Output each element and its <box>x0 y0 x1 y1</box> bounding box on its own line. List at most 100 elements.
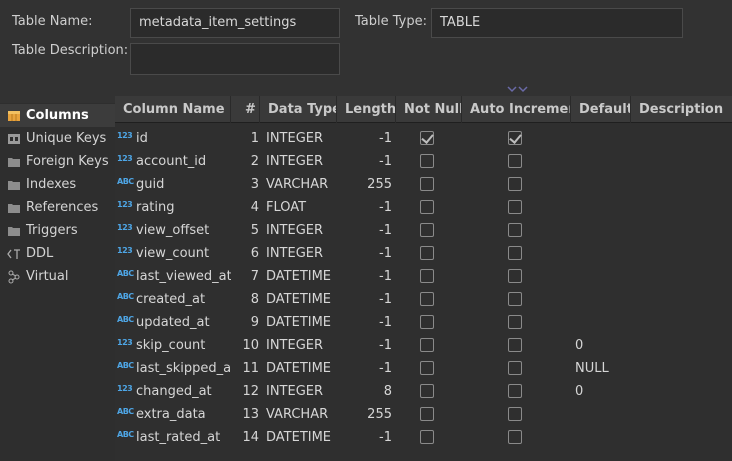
table-row[interactable]: 123 view_count 6 INTEGER -1 <box>115 242 732 265</box>
auto-increment-checkbox[interactable] <box>508 430 522 444</box>
header-not-null[interactable]: Not Null <box>396 96 462 123</box>
header-column-name[interactable]: Column Name <box>115 96 231 123</box>
auto-increment-checkbox[interactable] <box>508 131 522 145</box>
sidebar-item-virtual[interactable]: Virtual <box>0 265 115 288</box>
data-type-cell[interactable]: INTEGER <box>266 242 337 265</box>
description-cell[interactable] <box>635 403 732 426</box>
default-cell[interactable] <box>575 426 631 449</box>
auto-increment-checkbox[interactable] <box>508 246 522 260</box>
length-cell[interactable]: -1 <box>337 357 392 380</box>
header-default[interactable]: Default <box>571 96 631 123</box>
auto-increment-checkbox[interactable] <box>508 177 522 191</box>
description-cell[interactable] <box>635 311 732 334</box>
description-cell[interactable] <box>635 242 732 265</box>
table-row[interactable]: 123 rating 4 FLOAT -1 <box>115 196 732 219</box>
description-cell[interactable] <box>635 288 732 311</box>
column-name-cell[interactable]: view_offset <box>136 219 231 242</box>
length-cell[interactable]: -1 <box>337 311 392 334</box>
length-cell[interactable]: -1 <box>337 196 392 219</box>
length-cell[interactable]: -1 <box>337 334 392 357</box>
data-type-cell[interactable]: INTEGER <box>266 219 337 242</box>
auto-increment-checkbox[interactable] <box>508 269 522 283</box>
sidebar-item-foreign-keys[interactable]: Foreign Keys <box>0 150 115 173</box>
not-null-checkbox[interactable] <box>420 200 434 214</box>
auto-increment-checkbox[interactable] <box>508 407 522 421</box>
table-row[interactable]: ABC last_viewed_at 7 DATETIME -1 <box>115 265 732 288</box>
auto-increment-checkbox[interactable] <box>508 384 522 398</box>
data-type-cell[interactable]: INTEGER <box>266 127 337 150</box>
not-null-checkbox[interactable] <box>420 223 434 237</box>
description-cell[interactable] <box>635 127 732 150</box>
table-row[interactable]: ABC extra_data 13 VARCHAR 255 <box>115 403 732 426</box>
column-name-cell[interactable]: last_rated_at <box>136 426 231 449</box>
default-cell[interactable] <box>575 219 631 242</box>
column-name-cell[interactable]: last_skipped_at <box>136 357 231 380</box>
table-row[interactable]: ABC last_rated_at 14 DATETIME -1 <box>115 426 732 449</box>
table-name-input[interactable]: metadata_item_settings <box>130 8 340 38</box>
length-cell[interactable]: -1 <box>337 150 392 173</box>
description-cell[interactable] <box>635 219 732 242</box>
column-name-cell[interactable]: extra_data <box>136 403 231 426</box>
data-type-cell[interactable]: DATETIME <box>266 265 337 288</box>
column-name-cell[interactable]: guid <box>136 173 231 196</box>
length-cell[interactable]: -1 <box>337 265 392 288</box>
default-cell[interactable]: 0 <box>575 334 631 357</box>
splitter-handle-icon[interactable] <box>507 86 531 94</box>
column-name-cell[interactable]: last_viewed_at <box>136 265 231 288</box>
default-cell[interactable] <box>575 403 631 426</box>
default-cell[interactable]: 0 <box>575 380 631 403</box>
default-cell[interactable] <box>575 173 631 196</box>
default-cell[interactable] <box>575 127 631 150</box>
table-row[interactable]: ABC guid 3 VARCHAR 255 <box>115 173 732 196</box>
default-cell[interactable]: NULL <box>575 357 631 380</box>
default-cell[interactable] <box>575 196 631 219</box>
column-name-cell[interactable]: account_id <box>136 150 231 173</box>
description-cell[interactable] <box>635 265 732 288</box>
description-cell[interactable] <box>635 173 732 196</box>
header-description[interactable]: Description <box>631 96 732 123</box>
sidebar-item-triggers[interactable]: Triggers <box>0 219 115 242</box>
not-null-checkbox[interactable] <box>420 246 434 260</box>
not-null-checkbox[interactable] <box>420 338 434 352</box>
data-type-cell[interactable]: DATETIME <box>266 357 337 380</box>
auto-increment-checkbox[interactable] <box>508 154 522 168</box>
description-cell[interactable] <box>635 380 732 403</box>
data-type-cell[interactable]: VARCHAR <box>266 403 337 426</box>
table-row[interactable]: 123 account_id 2 INTEGER -1 <box>115 150 732 173</box>
default-cell[interactable] <box>575 242 631 265</box>
data-type-cell[interactable]: DATETIME <box>266 311 337 334</box>
not-null-checkbox[interactable] <box>420 315 434 329</box>
not-null-checkbox[interactable] <box>420 177 434 191</box>
length-cell[interactable]: -1 <box>337 288 392 311</box>
column-name-cell[interactable]: created_at <box>136 288 231 311</box>
table-row[interactable]: 123 changed_at 12 INTEGER 8 0 <box>115 380 732 403</box>
data-type-cell[interactable]: DATETIME <box>266 426 337 449</box>
table-row[interactable]: 123 view_offset 5 INTEGER -1 <box>115 219 732 242</box>
description-cell[interactable] <box>635 196 732 219</box>
column-name-cell[interactable]: id <box>136 127 231 150</box>
table-description-input[interactable] <box>130 43 340 75</box>
column-name-cell[interactable]: updated_at <box>136 311 231 334</box>
data-type-cell[interactable]: DATETIME <box>266 288 337 311</box>
table-row[interactable]: ABC last_skipped_at 11 DATETIME -1 NULL <box>115 357 732 380</box>
column-name-cell[interactable]: skip_count <box>136 334 231 357</box>
description-cell[interactable] <box>635 426 732 449</box>
header-ordinal[interactable]: # <box>231 96 260 123</box>
table-row[interactable]: ABC created_at 8 DATETIME -1 <box>115 288 732 311</box>
sidebar-item-references[interactable]: References <box>0 196 115 219</box>
not-null-checkbox[interactable] <box>420 269 434 283</box>
not-null-checkbox[interactable] <box>420 384 434 398</box>
sidebar-item-ddl[interactable]: DDL <box>0 242 115 265</box>
not-null-checkbox[interactable] <box>420 292 434 306</box>
header-data-type[interactable]: Data Type <box>260 96 337 123</box>
column-name-cell[interactable]: changed_at <box>136 380 231 403</box>
data-type-cell[interactable]: INTEGER <box>266 150 337 173</box>
length-cell[interactable]: -1 <box>337 426 392 449</box>
table-row[interactable]: 123 skip_count 10 INTEGER -1 0 <box>115 334 732 357</box>
description-cell[interactable] <box>635 334 732 357</box>
column-name-cell[interactable]: rating <box>136 196 231 219</box>
auto-increment-checkbox[interactable] <box>508 292 522 306</box>
not-null-checkbox[interactable] <box>420 131 434 145</box>
data-type-cell[interactable]: INTEGER <box>266 380 337 403</box>
sidebar-item-columns[interactable]: Columns <box>0 104 115 127</box>
